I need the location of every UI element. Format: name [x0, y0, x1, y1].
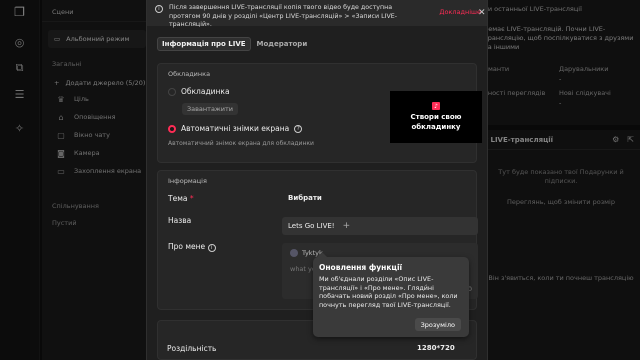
avatar [290, 249, 298, 257]
auto-option-label: Автоматичні знімки екрана [181, 124, 290, 133]
popup-title: Оновлення функції [319, 263, 403, 272]
about-label: Про мене i [168, 242, 216, 252]
upload-button[interactable]: Завантажити [182, 103, 238, 115]
radio-button[interactable] [168, 87, 176, 96]
popup-body: Ми об'єднали розділи «Опис LIVE-трансляц… [319, 275, 458, 309]
feature-update-popup: Оновлення функції Ми об'єднали розділи «… [313, 252, 469, 337]
radio-button-selected[interactable] [168, 124, 176, 133]
live-settings-modal: i Після завершення LIVE-трансляції копія… [146, 0, 488, 360]
tab-live-info[interactable]: Інформація про LIVE [157, 37, 251, 51]
choose-topic-button[interactable]: Вибрати [288, 194, 322, 202]
info-section-title: Інформація [168, 177, 207, 185]
banner-text: Після завершення LIVE-трансляції копія т… [169, 4, 398, 28]
cover-option[interactable]: Обкладинка [168, 87, 230, 96]
resolution-label: Роздільність [167, 344, 217, 353]
cover-preview[interactable]: ♪ Створи свою обкладинку [390, 91, 482, 143]
help-icon[interactable]: ? [294, 124, 303, 133]
popup-arrow [317, 252, 327, 257]
info-icon: i [155, 5, 163, 13]
resolution-value[interactable]: 1280*720 [417, 344, 455, 352]
info-banner: i Після завершення LIVE-трансляції копія… [147, 0, 487, 28]
auto-screenshot-option[interactable]: Автоматичні знімки екрана ? [168, 124, 303, 133]
title-value: Lets Go LIVE! [288, 222, 335, 230]
cover-section-title: Обкладинка [168, 70, 211, 78]
help-icon[interactable]: i [207, 244, 216, 252]
tab-moderators[interactable]: Модератори [253, 37, 312, 51]
cover-preview-text: Створи свою обкладинку [410, 113, 462, 131]
cover-card: Обкладинка Обкладинка Завантажити Автома… [157, 63, 482, 163]
auto-hint: Автоматичний знімок екрана для обкладинк… [168, 140, 314, 147]
tiktok-logo-icon: ♪ [432, 102, 440, 111]
title-label: Назва [168, 216, 192, 225]
text-cursor-icon: + [342, 221, 351, 231]
cover-option-label: Обкладинка [181, 87, 230, 96]
title-input[interactable]: Lets Go LIVE! + [282, 217, 478, 235]
topic-label: Тема * [168, 194, 194, 203]
close-icon[interactable]: ✕ [478, 8, 486, 18]
got-it-button[interactable]: Зрозуміло [414, 318, 461, 331]
learn-more-link[interactable]: Докладніше [439, 8, 481, 16]
tab-bar: Інформація про LIVE Модератори [157, 37, 311, 51]
